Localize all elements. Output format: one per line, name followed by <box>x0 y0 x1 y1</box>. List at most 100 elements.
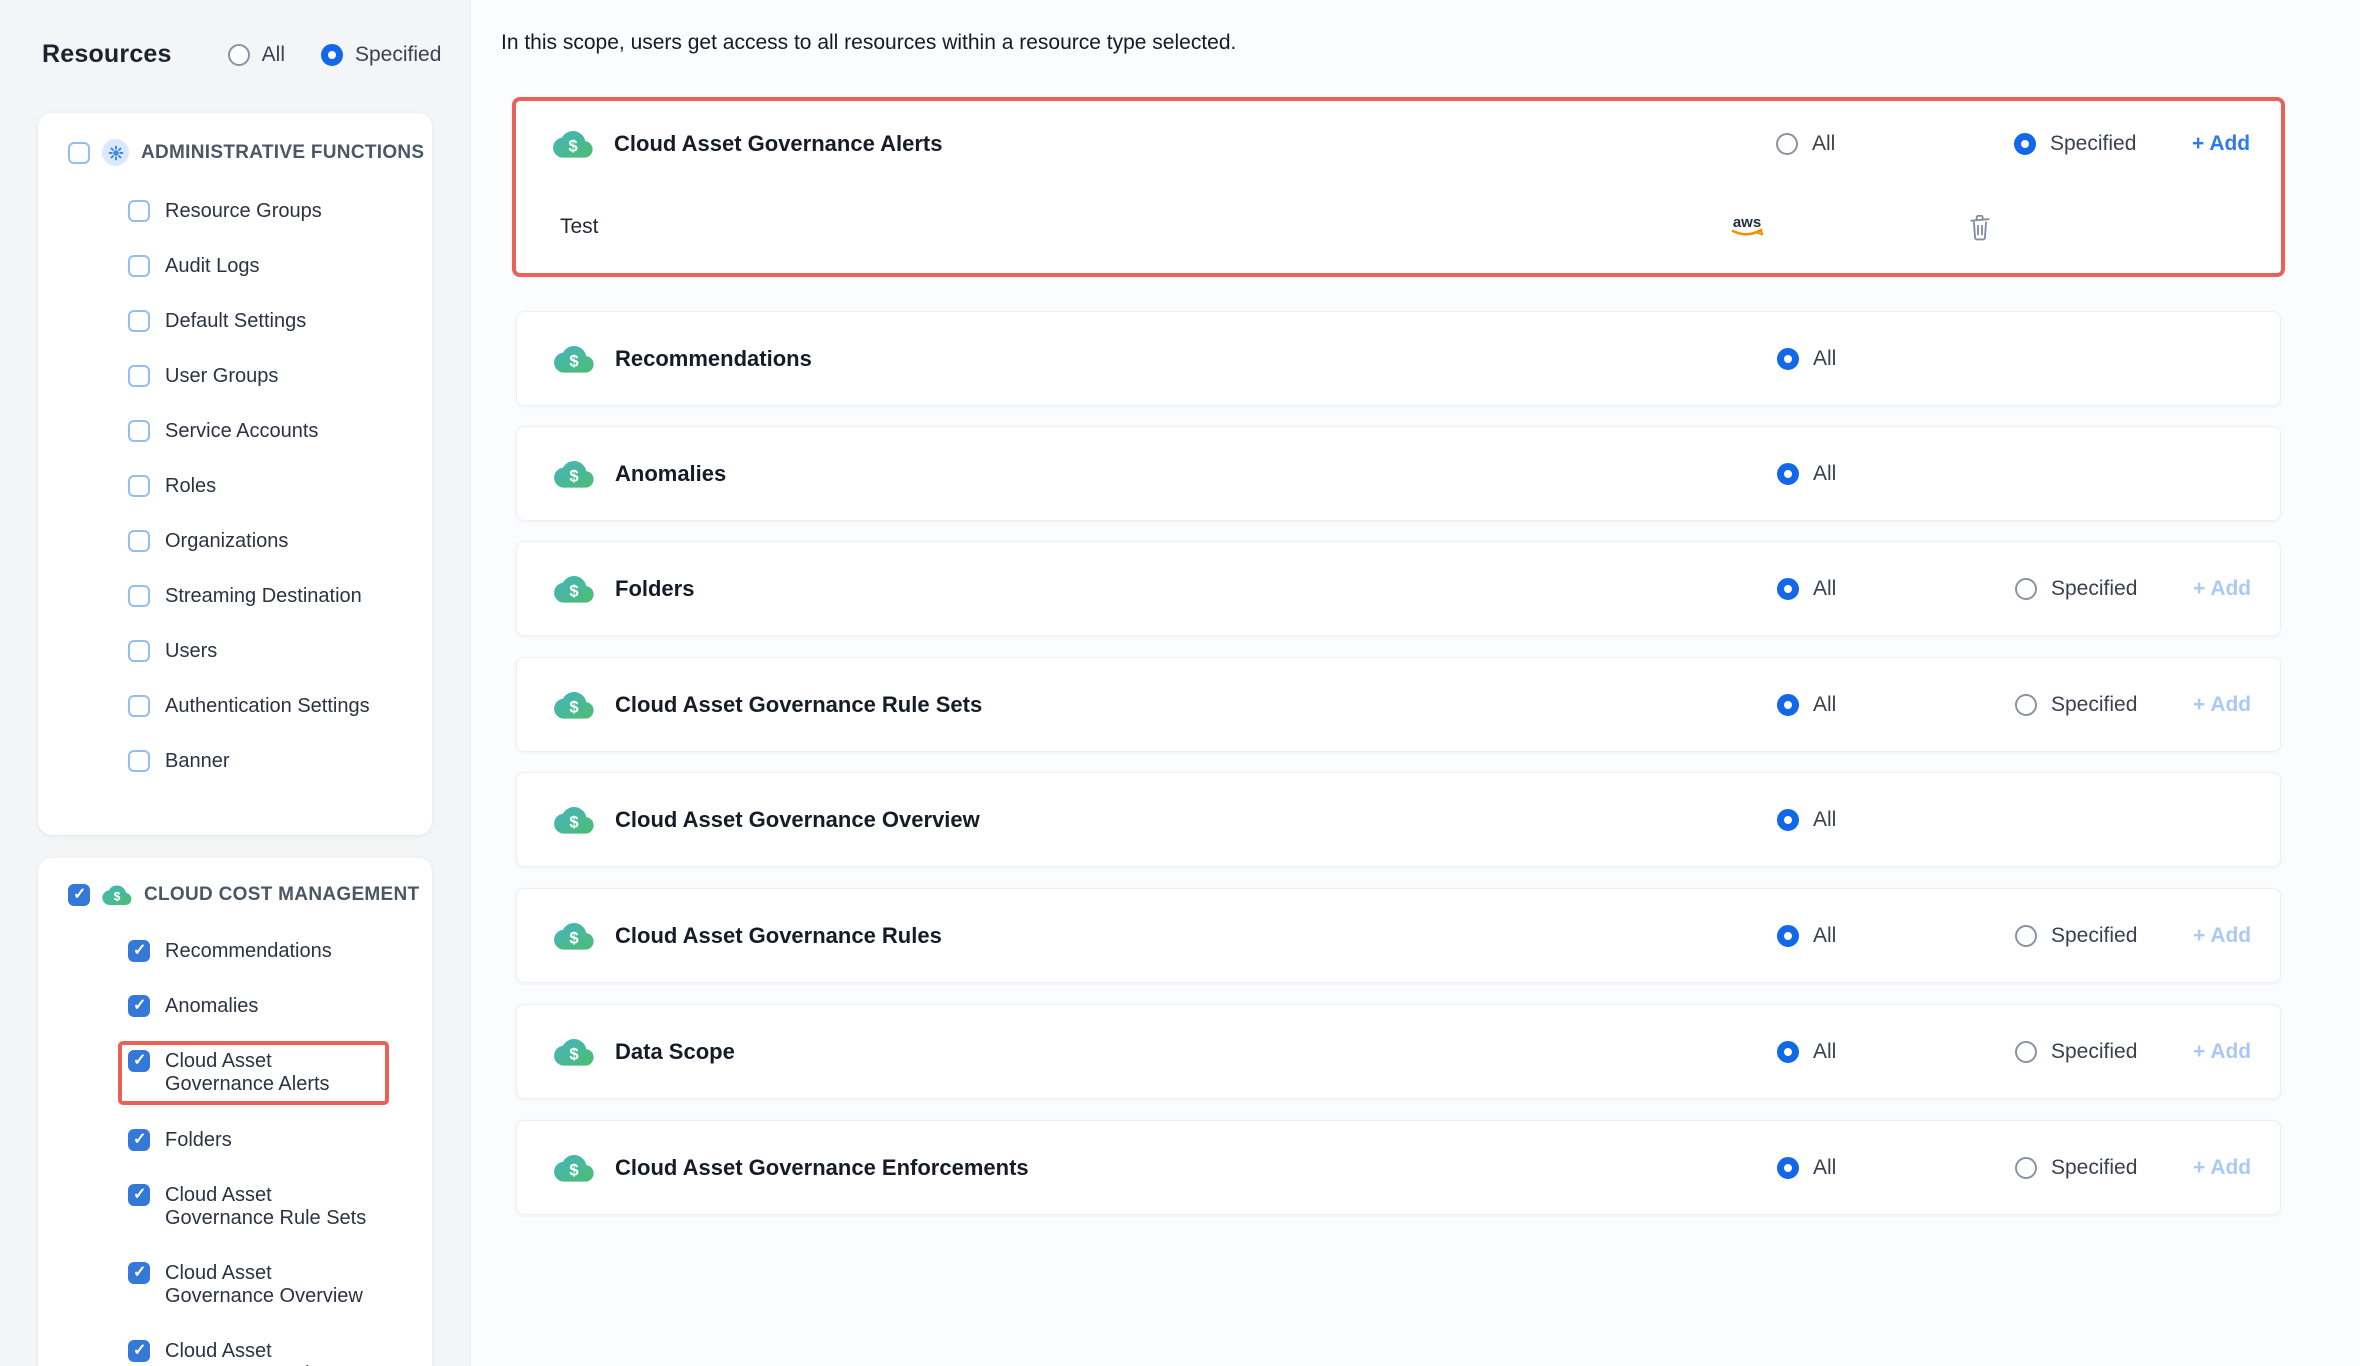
sidebar-item-cloud-asset-governance-alerts-highlighted: Cloud Asset Governance Alerts <box>118 1041 389 1105</box>
users-checkbox[interactable] <box>128 640 150 662</box>
sidebar-item-cloud-asset-governance-rules: Cloud Asset Governance Rules <box>128 1340 432 1366</box>
user-groups-checkbox[interactable] <box>128 365 150 387</box>
cloud-dollar-icon: $ <box>102 884 132 906</box>
specified-radio[interactable] <box>2015 1157 2037 1179</box>
cloud-asset-governance-rules-checkbox[interactable] <box>128 1340 150 1362</box>
scope-all-label: All <box>262 43 285 67</box>
sidebar-item-label: Cloud Asset Governance Rules <box>165 1340 377 1366</box>
specified-radio[interactable] <box>2015 1041 2037 1063</box>
gear-icon <box>102 139 129 166</box>
streaming-destination-checkbox[interactable] <box>128 585 150 607</box>
sidebar-item-default-settings: Default Settings <box>128 310 432 333</box>
specified-radio[interactable] <box>2015 925 2037 947</box>
all-radio-label: All <box>1813 1156 1836 1180</box>
sidebar-item-organizations: Organizations <box>128 530 432 553</box>
all-radio[interactable] <box>1777 1041 1799 1063</box>
banner-checkbox[interactable] <box>128 750 150 772</box>
cloud-cost-management-checkbox[interactable] <box>68 884 90 906</box>
cloud-asset-governance-rule-sets-checkbox[interactable] <box>128 1184 150 1206</box>
cloud-dollar-icon: $ <box>553 805 595 835</box>
cloud-cost-management-label: CLOUD COST MANAGEMENT <box>144 884 419 906</box>
svg-text:$: $ <box>114 890 121 904</box>
sidebar-item-label: Cloud Asset Governance Rule Sets <box>165 1184 377 1230</box>
sidebar-item-label: Users <box>165 640 217 663</box>
specified-radio[interactable] <box>2015 578 2037 600</box>
scope-option-all: All <box>228 43 285 67</box>
resource-row-cloud-asset-governance-enforcements: $ Cloud Asset Governance Enforcements Al… <box>516 1120 2281 1215</box>
add-button[interactable]: + Add <box>2193 1156 2251 1180</box>
svg-text:$: $ <box>569 581 579 600</box>
resource-row-title: Recommendations <box>615 346 812 372</box>
specified-radio[interactable] <box>2015 694 2037 716</box>
sidebar-item-label: Service Accounts <box>165 420 318 443</box>
all-radio[interactable] <box>1776 133 1798 155</box>
svg-text:$: $ <box>569 928 579 947</box>
sidebar-item-users: Users <box>128 640 432 663</box>
svg-text:$: $ <box>568 137 578 156</box>
cloud-cost-management-items: Recommendations Anomalies Cloud Asset Go… <box>128 940 432 1366</box>
all-radio-label: All <box>1813 462 1836 486</box>
delete-icon[interactable] <box>1966 212 1994 242</box>
roles-checkbox[interactable] <box>128 475 150 497</box>
svg-text:$: $ <box>569 1160 579 1179</box>
resource-row-title: Cloud Asset Governance Rules <box>615 923 942 949</box>
default-settings-checkbox[interactable] <box>128 310 150 332</box>
resource-scope-panel: In this scope, users get access to all r… <box>470 0 2360 1366</box>
add-button[interactable]: + Add <box>2193 577 2251 601</box>
sidebar-item-label: Recommendations <box>165 940 332 963</box>
all-radio[interactable] <box>1777 809 1799 831</box>
scope-option-specified: Specified <box>321 43 441 67</box>
resources-sidebar: Resources All Specified <box>0 0 470 1366</box>
sidebar-item-label: Anomalies <box>165 995 258 1018</box>
specified-radio-label: Specified <box>2051 1156 2137 1180</box>
all-radio-label: All <box>1812 132 1835 156</box>
resource-row-cloud-asset-governance-rules: $ Cloud Asset Governance Rules All Speci… <box>516 888 2281 983</box>
anomalies-checkbox[interactable] <box>128 995 150 1017</box>
authentication-settings-checkbox[interactable] <box>128 695 150 717</box>
administrative-functions-checkbox[interactable] <box>68 142 90 164</box>
cloud-dollar-icon: $ <box>553 344 595 374</box>
all-radio[interactable] <box>1777 578 1799 600</box>
resource-groups-checkbox[interactable] <box>128 200 150 222</box>
all-radio[interactable] <box>1777 925 1799 947</box>
sidebar-item-label: Organizations <box>165 530 288 553</box>
organizations-checkbox[interactable] <box>128 530 150 552</box>
specified-radio-label: Specified <box>2051 1040 2137 1064</box>
specified-resource-row: Test aws <box>516 187 2281 267</box>
administrative-functions-header: ADMINISTRATIVE FUNCTIONS <box>38 113 432 166</box>
cloud-asset-governance-overview-checkbox[interactable] <box>128 1262 150 1284</box>
sidebar-item-audit-logs: Audit Logs <box>128 255 432 278</box>
specified-radio[interactable] <box>2014 133 2036 155</box>
resource-row-recommendations: $ Recommendations All <box>516 311 2281 406</box>
add-button[interactable]: + Add <box>2192 132 2250 156</box>
sidebar-item-resource-groups: Resource Groups <box>128 200 432 223</box>
all-radio[interactable] <box>1777 463 1799 485</box>
sidebar-item-authentication-settings: Authentication Settings <box>128 695 432 718</box>
sidebar-item-label: User Groups <box>165 365 278 388</box>
specified-resource-name: Test <box>560 215 599 239</box>
service-accounts-checkbox[interactable] <box>128 420 150 442</box>
resource-row-data-scope: $ Data Scope All Specified + Add <box>516 1004 2281 1099</box>
sidebar-item-label: Default Settings <box>165 310 306 333</box>
sidebar-item-label: Cloud Asset Governance Overview <box>165 1262 377 1308</box>
scope-all-radio[interactable] <box>228 44 250 66</box>
add-button[interactable]: + Add <box>2193 693 2251 717</box>
all-radio[interactable] <box>1777 1157 1799 1179</box>
svg-text:$: $ <box>569 466 579 485</box>
resource-row-title: Cloud Asset Governance Overview <box>615 807 980 833</box>
all-radio-label: All <box>1813 347 1836 371</box>
administrative-functions-items: Resource Groups Audit Logs Default Setti… <box>128 200 432 773</box>
cloud-asset-governance-alerts-checkbox[interactable] <box>128 1050 150 1072</box>
recommendations-checkbox[interactable] <box>128 940 150 962</box>
specified-radio-label: Specified <box>2051 924 2137 948</box>
audit-logs-checkbox[interactable] <box>128 255 150 277</box>
resource-row-folders: $ Folders All Specified + Add <box>516 541 2281 636</box>
folders-checkbox[interactable] <box>128 1129 150 1151</box>
add-button[interactable]: + Add <box>2193 1040 2251 1064</box>
cloud-dollar-icon: $ <box>553 1153 595 1183</box>
scope-specified-radio[interactable] <box>321 44 343 66</box>
sidebar-item-streaming-destination: Streaming Destination <box>128 585 432 608</box>
add-button[interactable]: + Add <box>2193 924 2251 948</box>
all-radio[interactable] <box>1777 694 1799 716</box>
all-radio[interactable] <box>1777 348 1799 370</box>
